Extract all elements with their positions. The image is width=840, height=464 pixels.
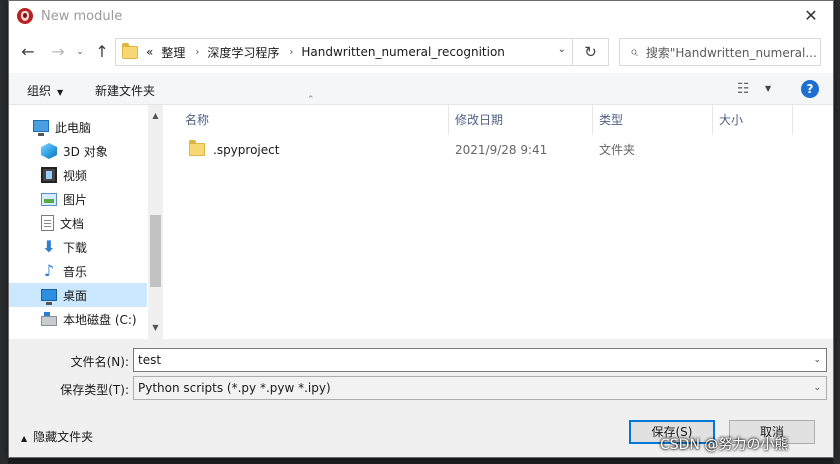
filetype-select[interactable]: Python scripts (*.py *.pyw *.ipy) ⌄ — [133, 376, 827, 400]
filename-dropdown-chevron-icon[interactable]: ⌄ — [813, 349, 821, 371]
hide-folders-toggle[interactable]: ▲ 隐藏文件夹 — [21, 428, 93, 445]
filetype-dropdown-chevron-icon[interactable]: ⌄ — [813, 377, 821, 399]
folder-icon — [189, 140, 205, 156]
breadcrumb-item[interactable]: Handwritten_numeral_recognition — [301, 45, 505, 59]
pictures-icon — [41, 192, 57, 206]
documents-icon — [41, 215, 54, 231]
caret-up-icon: ▲ — [21, 434, 28, 443]
sidebar-item-music[interactable]: ♪ 音乐 — [9, 259, 147, 283]
sort-ascending-icon: ⌃ — [307, 95, 315, 105]
sidebar-item-downloads[interactable]: ⬇ 下载 — [9, 235, 147, 259]
file-name-cell: .spyproject — [213, 143, 280, 157]
back-arrow-icon[interactable]: ← — [17, 41, 39, 63]
command-toolbar: 组织 ▼ 新建文件夹 ☷ ▼ ? — [9, 73, 833, 105]
organize-label: 组织 — [27, 84, 52, 98]
new-folder-button[interactable]: 新建文件夹 — [95, 82, 155, 99]
breadcrumb-separator-icon[interactable]: › — [289, 47, 293, 58]
sidebar-item-label: 此电脑 — [55, 120, 92, 135]
sidebar-item-label: 图片 — [63, 192, 88, 207]
filename-field[interactable]: test ⌄ — [133, 348, 827, 372]
organize-menu-button[interactable]: 组织 ▼ — [27, 82, 63, 99]
sidebar-item-3d-objects[interactable]: 3D 对象 — [9, 139, 147, 163]
sidebar-item-label: 3D 对象 — [63, 144, 108, 159]
download-icon: ⬇ — [42, 237, 56, 256]
desktop-icon — [41, 289, 57, 305]
sidebar-item-videos[interactable]: 视频 — [9, 163, 147, 187]
save-dialog: New module ✕ ← → ⌄ ↑ « 整理 › 深度学习程序 › Han… — [8, 0, 834, 458]
help-icon[interactable]: ? — [801, 80, 819, 98]
video-icon — [41, 167, 57, 183]
column-header-type[interactable]: 类型 — [593, 105, 713, 135]
view-caret-down-icon[interactable]: ▼ — [765, 84, 771, 93]
breadcrumb-overflow[interactable]: « — [146, 45, 153, 59]
ide-backdrop-right — [833, 0, 840, 464]
address-bar[interactable]: « 整理 › 深度学习程序 › Handwritten_numeral_reco… — [115, 38, 573, 66]
forward-arrow-icon[interactable]: → — [47, 41, 69, 63]
search-icon: ⌕ — [630, 44, 638, 60]
scrollbar-thumb[interactable] — [150, 215, 161, 287]
computer-icon — [33, 120, 49, 136]
window-title: New module — [41, 8, 123, 24]
sidebar-item-label: 文档 — [60, 216, 85, 231]
drive-icon — [41, 312, 57, 326]
sidebar-item-label: 桌面 — [63, 288, 88, 303]
filetype-label: 保存类型(T): — [60, 383, 129, 397]
sidebar-item-this-pc[interactable]: 此电脑 — [9, 115, 147, 139]
breadcrumb-separator-icon[interactable]: › — [195, 47, 199, 58]
title-bar: New module ✕ — [9, 1, 833, 31]
view-options-icon[interactable]: ☷ — [737, 81, 750, 97]
sidebar-item-documents[interactable]: 文档 — [9, 211, 147, 235]
close-icon[interactable]: ✕ — [801, 6, 821, 26]
ide-backdrop-left — [0, 0, 8, 464]
scroll-up-icon[interactable]: ▲ — [148, 111, 163, 120]
spyder-app-icon — [17, 8, 33, 24]
recent-locations-chevron-icon[interactable]: ⌄ — [69, 41, 91, 63]
hide-folders-label: 隐藏文件夹 — [33, 430, 94, 444]
sidebar-item-label: 音乐 — [63, 264, 88, 279]
search-input[interactable]: ⌕ 搜索"Handwritten_numeral... — [619, 38, 821, 66]
filetype-value: Python scripts (*.py *.pyw *.ipy) — [138, 381, 331, 395]
column-header-name[interactable]: 名称 — [163, 105, 449, 135]
sidebar-item-label: 视频 — [63, 168, 88, 183]
filename-label: 文件名(N): — [70, 355, 129, 369]
navigation-bar: ← → ⌄ ↑ « 整理 › 深度学习程序 › Handwritten_nume… — [9, 35, 833, 69]
search-placeholder: 搜索"Handwritten_numeral... — [645, 45, 817, 60]
file-list: ⌃ 名称 修改日期 类型 大小 .spyproject 2021/9/28 9:… — [163, 95, 833, 339]
sidebar-item-pictures[interactable]: 图片 — [9, 187, 147, 211]
3d-objects-icon — [41, 143, 57, 159]
watermark: CSDN @努力の小熊 — [660, 437, 789, 453]
filename-value: test — [138, 353, 162, 367]
sidebar-item-label: 本地磁盘 (C:) — [63, 312, 137, 327]
file-type-cell: 文件夹 — [599, 143, 636, 157]
table-row[interactable]: .spyproject 2021/9/28 9:41 文件夹 — [163, 139, 833, 161]
up-arrow-icon[interactable]: ↑ — [91, 41, 113, 63]
sidebar-item-desktop[interactable]: 桌面 — [9, 283, 147, 307]
scroll-down-icon[interactable]: ▼ — [148, 323, 163, 332]
refresh-icon[interactable]: ↻ — [573, 38, 609, 66]
address-dropdown-chevron-icon[interactable]: ⌄ — [558, 44, 566, 55]
breadcrumb-item[interactable]: 整理 — [161, 44, 185, 61]
column-header-modified[interactable]: 修改日期 — [449, 105, 593, 135]
breadcrumb-item[interactable]: 深度学习程序 — [207, 44, 279, 61]
sidebar-item-label: 下载 — [63, 240, 88, 255]
navigation-pane-scrollbar[interactable]: ▲ ▼ — [148, 105, 163, 339]
column-header-size[interactable]: 大小 — [713, 105, 793, 135]
navigation-pane: 此电脑 3D 对象 视频 图片 文档 ⬇ 下载 ♪ 音乐 桌面 本地磁盘 (C:… — [9, 105, 163, 339]
file-modified-cell: 2021/9/28 9:41 — [455, 143, 548, 157]
music-icon: ♪ — [43, 261, 55, 280]
folder-icon — [122, 42, 138, 59]
caret-down-icon: ▼ — [57, 88, 64, 97]
sidebar-item-local-disk-c[interactable]: 本地磁盘 (C:) — [9, 307, 147, 331]
